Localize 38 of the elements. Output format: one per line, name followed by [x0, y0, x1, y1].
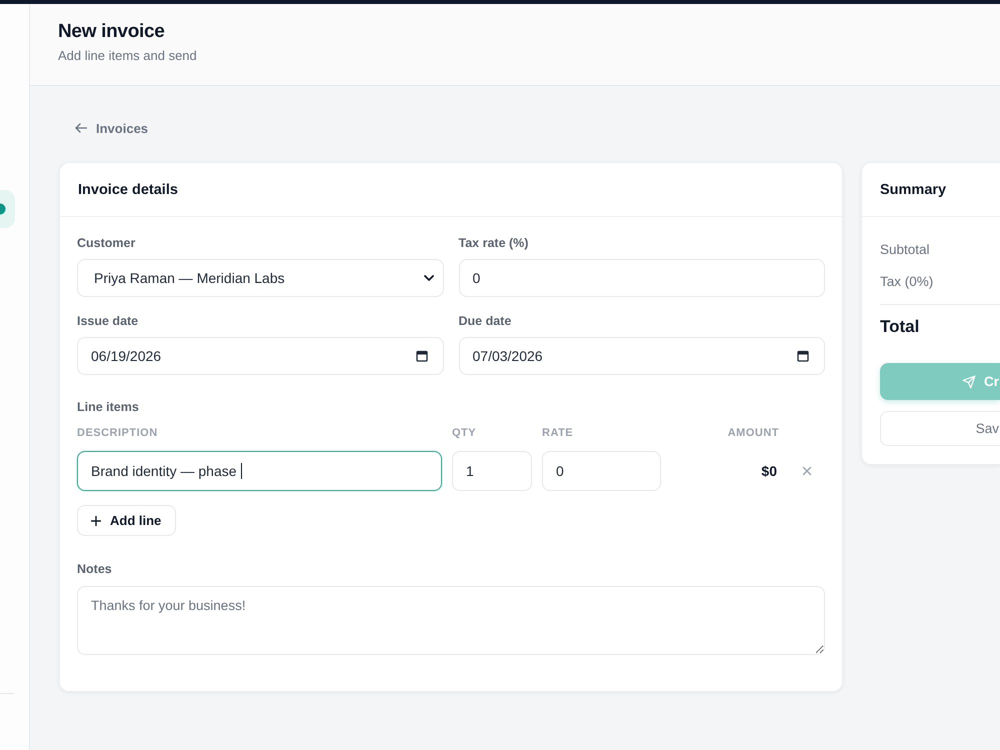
date-field[interactable]: 07/03/2026 [458, 337, 825, 375]
description-input[interactable]: Brand identity — phase [77, 451, 442, 491]
field-label: Notes [77, 561, 112, 577]
quantity-input[interactable]: 1 [452, 451, 532, 491]
page-subtitle: Add line items and send [58, 47, 198, 65]
total-label: Total [880, 316, 920, 338]
card-title: Invoice details [78, 182, 178, 198]
plus-icon [91, 516, 101, 526]
column-header: AMOUNT [726, 426, 779, 440]
add-line-button[interactable]: Add line [77, 505, 176, 536]
field-label: Issue date [77, 313, 140, 329]
date-field[interactable]: 06/19/2026 [77, 337, 444, 375]
text-cursor-icon [240, 463, 242, 479]
number-field[interactable]: 0 [458, 259, 825, 297]
chevron-down-icon [424, 275, 434, 281]
notes-textarea[interactable]: Thanks for your business! [77, 586, 825, 655]
line-amount: $0 [760, 463, 778, 479]
sidebar-item[interactable] [0, 190, 15, 228]
page-title: New invoice [58, 20, 166, 44]
field-label: Tax rate (%) [458, 235, 530, 251]
column-header: QTY [452, 426, 478, 440]
field-label: Customer [77, 235, 136, 251]
select-field[interactable]: Priya Raman — Meridian Labs [77, 259, 444, 297]
rate-input[interactable]: 0 [542, 451, 661, 491]
field-label: Due date [458, 313, 512, 329]
column-header: RATE [542, 426, 574, 440]
summary-label: Tax (0%) [880, 273, 934, 291]
card-title: Summary [880, 182, 946, 198]
section-label: Line items [77, 399, 139, 415]
send-icon [962, 374, 976, 388]
calendar-icon [797, 350, 809, 362]
close-icon [802, 466, 812, 476]
back-link[interactable]: Invoices [75, 120, 148, 136]
arrow-left-icon [75, 123, 87, 133]
column-header: DESCRIPTION [77, 426, 159, 440]
save-button[interactable]: Sav [880, 411, 1000, 446]
calendar-icon [416, 350, 428, 362]
summary-label: Subtotal [880, 241, 931, 259]
